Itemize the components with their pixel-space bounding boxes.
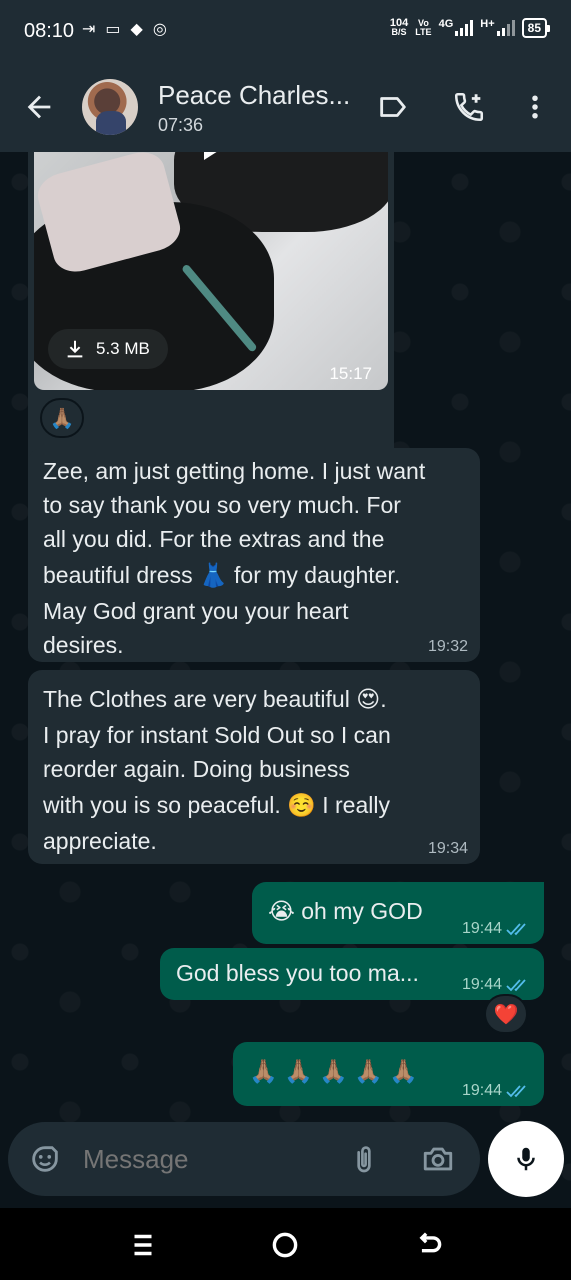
volte-indicator: Vo LTE <box>415 19 431 37</box>
system-nav-bar <box>0 1208 571 1280</box>
message-line: I pray for instant Sold Out so I can <box>43 722 391 748</box>
attach-icon[interactable] <box>348 1142 380 1176</box>
status-bar: 08:10 ⇥ ▭ ◆ ◎ 104 B/S Vo LTE 4G H+ 85 <box>0 0 571 62</box>
outgoing-message[interactable]: 🙏🏽 🙏🏽 🙏🏽 🙏🏽 🙏🏽 19:44 <box>233 1042 544 1106</box>
signal-1: 4G <box>438 18 474 36</box>
message-time-status: 19:44 <box>462 920 530 938</box>
chat-area[interactable]: 5.3 MB 15:17 🙏🏽 Zee, am just getting hom… <box>0 152 571 1202</box>
network-gen-1: 4G <box>438 18 454 30</box>
contact-name[interactable]: Peace Charles... <box>158 80 350 111</box>
home-icon[interactable] <box>268 1228 302 1262</box>
message-icon: ▭ <box>105 21 121 38</box>
message-time: 19:44 <box>461 920 502 937</box>
incoming-message[interactable]: The Clothes are very beautiful 😍. I pray… <box>28 670 480 864</box>
message-text: 🙏🏽 🙏🏽 🙏🏽 🙏🏽 🙏🏽 <box>249 1058 418 1084</box>
message-input[interactable] <box>83 1144 313 1175</box>
message-text: The Clothes are very beautiful 😍. I pray… <box>43 680 473 858</box>
net-speed-unit: B/S <box>391 27 407 37</box>
message-time: 19:34 <box>427 840 468 857</box>
message-line: beautiful dress 👗 for my daughter. <box>43 562 401 588</box>
mic-button[interactable] <box>488 1121 564 1197</box>
microphone-icon <box>517 1147 535 1171</box>
signal-2: H+ <box>480 18 515 36</box>
video-size: 5.3 MB <box>96 339 150 358</box>
message-time: 19:32 <box>427 638 468 655</box>
android-icon: ◆ <box>130 21 143 38</box>
add-call-icon[interactable] <box>452 90 486 124</box>
message-line: with you is so peaceful. ☺️ I really <box>43 792 390 818</box>
message-text: God bless you too ma... <box>176 960 419 986</box>
volte-bottom: LTE <box>415 27 432 37</box>
message-line: reorder again. Doing business <box>43 756 350 782</box>
call-forward-icon: ⇥ <box>82 21 96 38</box>
outgoing-message[interactable]: God bless you too ma... 19:44 <box>160 948 544 1000</box>
message-line: to say thank you so very much. For <box>43 492 401 518</box>
signal-icon <box>496 20 515 36</box>
message-line: The Clothes are very beautiful 😍. <box>43 686 387 712</box>
message-line: desires. <box>43 632 124 658</box>
message-time-status: 19:44 <box>462 976 530 994</box>
message-time: 19:44 <box>461 976 502 993</box>
reaction-badge[interactable]: 🙏🏽 <box>40 398 84 438</box>
net-speed: 104 B/S <box>390 18 408 37</box>
message-composer <box>8 1122 480 1196</box>
camera-icon[interactable] <box>420 1142 456 1176</box>
download-button[interactable]: 5.3 MB <box>48 329 168 369</box>
outgoing-message[interactable]: 😭 oh my GOD 19:44 <box>252 882 544 944</box>
message-text: 😭 oh my GOD <box>268 898 423 924</box>
message-time: 15:17 <box>329 364 372 383</box>
battery-icon: 85 <box>521 18 551 38</box>
recent-apps-icon[interactable] <box>126 1228 160 1262</box>
message-text: Zee, am just getting home. I just want t… <box>43 454 473 662</box>
message-time-status: 19:44 <box>462 1082 530 1100</box>
incoming-message[interactable]: Zee, am just getting home. I just want t… <box>28 448 480 662</box>
more-options-icon[interactable] <box>520 90 550 124</box>
notification-icons: ⇥ ▭ ◆ ◎ <box>82 19 167 39</box>
message-line: all you did. For the extras and the <box>43 526 385 552</box>
back-arrow-icon[interactable] <box>22 90 56 124</box>
read-ticks-icon <box>506 923 526 936</box>
message-line: Zee, am just getting home. I just want <box>43 458 426 484</box>
read-ticks-icon <box>506 979 526 992</box>
contact-subtitle: 07:36 <box>158 115 204 135</box>
network-gen-2: H+ <box>480 18 495 30</box>
download-icon <box>67 340 83 358</box>
chat-header: Peace Charles... 07:36 <box>0 62 571 152</box>
whatsapp-icon: ◎ <box>152 21 167 38</box>
signal-icon <box>455 20 474 36</box>
back-nav-icon[interactable] <box>412 1228 446 1262</box>
play-icon[interactable] <box>204 152 226 160</box>
message-time: 19:44 <box>461 1082 502 1099</box>
message-line: appreciate. <box>43 828 157 854</box>
reaction-badge[interactable]: ❤️ <box>484 994 528 1034</box>
sticker-icon[interactable] <box>28 1142 62 1176</box>
read-ticks-icon <box>506 1085 526 1098</box>
label-icon[interactable] <box>376 90 410 124</box>
video-thumbnail[interactable]: 5.3 MB 15:17 <box>34 152 388 390</box>
message-line: May God grant you your heart <box>43 598 349 624</box>
avatar[interactable] <box>82 79 138 135</box>
status-indicators: 104 B/S Vo LTE 4G H+ 85 <box>390 18 551 38</box>
status-time: 08:10 <box>24 20 75 42</box>
